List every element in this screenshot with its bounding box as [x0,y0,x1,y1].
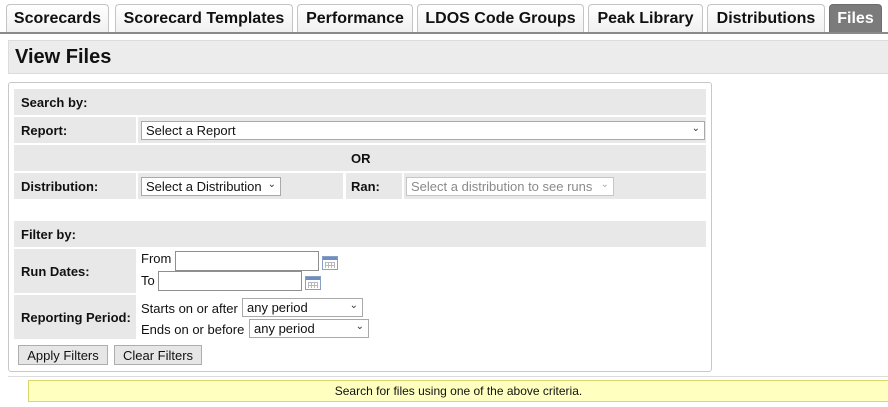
tab-performance[interactable]: Performance [297,4,413,32]
distribution-label: Distribution: [21,178,99,194]
page-title: View Files [8,40,888,74]
calendar-icon[interactable] [305,276,321,290]
distribution-select[interactable]: Select a Distribution ⌄ [141,177,281,196]
filter-by-label: Filter by: [21,226,76,242]
tab-scorecards[interactable]: Scorecards [6,4,109,32]
search-by-label: Search by: [21,94,88,110]
tab-files[interactable]: Files [829,4,882,32]
reporting-period-label: Reporting Period: [21,309,131,325]
ran-select-value: Select a distribution to see runs [411,179,593,194]
search-panel: Search by: Report: Select a Report ⌄ OR … [8,82,712,372]
starts-on-or-after-label: Starts on or after [141,301,238,316]
report-label: Report: [21,122,68,138]
distribution-select-value: Select a Distribution [146,179,262,194]
tab-label: Scorecard Templates [123,9,285,27]
tab-distributions[interactable]: Distributions [707,4,825,32]
ends-period-select[interactable]: any period ⌄ [249,319,369,338]
ends-period-value: any period [254,321,315,336]
clear-filters-label: Clear Filters [122,347,194,363]
tab-bar: Scorecards Scorecard Templates Performan… [0,4,888,32]
chevron-down-icon: ⌄ [267,179,276,190]
calendar-icon[interactable] [322,256,338,270]
page-title-text: View Files [15,45,112,68]
starts-period-select[interactable]: any period ⌄ [242,298,363,317]
starts-period-value: any period [247,300,308,315]
tab-label: Files [837,9,874,27]
chevron-down-icon: ⌄ [349,300,358,311]
tab-scorecard-templates[interactable]: Scorecard Templates [115,4,293,32]
search-by-header [14,89,706,115]
tab-divider [0,32,888,34]
clear-filters-button[interactable]: Clear Filters [114,345,202,365]
report-select-value: Select a Report [146,123,236,138]
apply-filters-button[interactable]: Apply Filters [18,345,108,365]
tab-label: Distributions [716,9,816,27]
tab-ldos-code-groups[interactable]: LDOS Code Groups [417,4,584,32]
to-date-input[interactable] [158,271,302,291]
chevron-down-icon: ⌄ [355,321,364,332]
chevron-down-icon: ⌄ [691,123,700,134]
to-label: To [141,273,155,288]
chevron-down-icon: ⌄ [600,179,609,190]
tab-label: LDOS Code Groups [425,9,576,27]
section-divider [8,376,888,377]
report-select[interactable]: Select a Report ⌄ [141,121,705,140]
or-label: OR [351,150,371,166]
status-message: Search for files using one of the above … [28,380,888,402]
status-message-text: Search for files using one of the above … [334,384,583,398]
tab-label: Peak Library [597,9,694,27]
tab-label: Scorecards [13,9,102,27]
ends-on-or-before-label: Ends on or before [141,322,245,337]
filter-by-header [14,221,706,247]
ran-label: Ran: [351,178,380,194]
ran-select[interactable]: Select a distribution to see runs ⌄ [406,177,614,196]
tab-label: Performance [306,9,404,27]
from-label: From [141,251,172,266]
tab-peak-library[interactable]: Peak Library [588,4,703,32]
apply-filters-label: Apply Filters [27,347,99,363]
from-date-input[interactable] [175,251,319,271]
run-dates-label: Run Dates: [21,263,90,279]
